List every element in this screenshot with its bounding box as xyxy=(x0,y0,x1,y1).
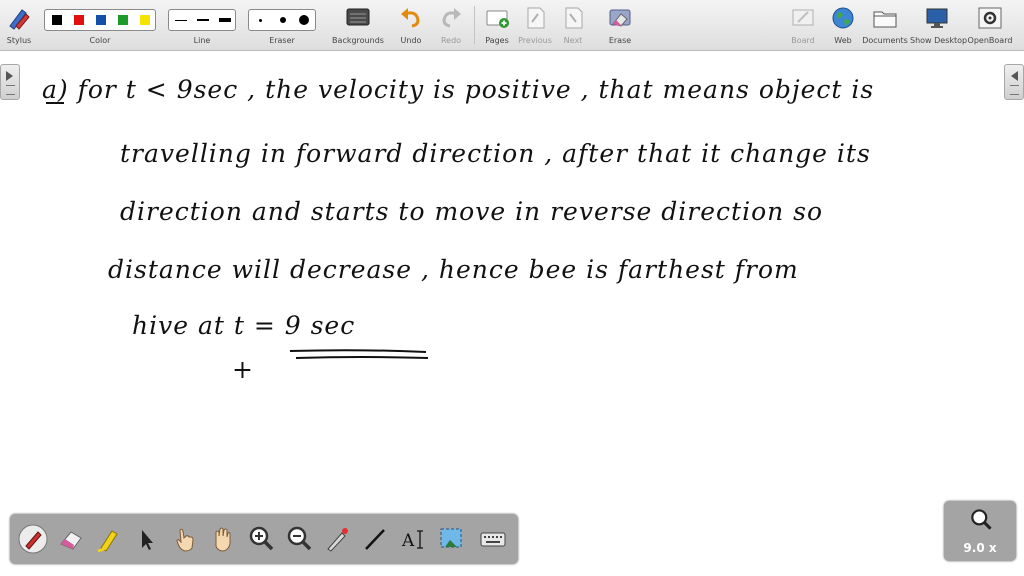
stylus-label: Stylus xyxy=(6,36,32,45)
redo-icon xyxy=(442,8,461,28)
next-page-icon xyxy=(565,7,583,29)
color-label: Color xyxy=(89,36,111,45)
pen-icon[interactable] xyxy=(18,524,48,554)
eraser-medium-option[interactable] xyxy=(280,17,286,23)
line-icon[interactable] xyxy=(360,524,390,554)
line-width-palette xyxy=(168,9,236,31)
selector-icon[interactable] xyxy=(132,524,162,554)
line-thick-option[interactable] xyxy=(219,18,231,22)
undo-label: Undo xyxy=(400,36,422,45)
note-line-2: travelling in forward direction , after … xyxy=(120,139,871,168)
next-label: Next xyxy=(563,36,583,45)
zoom-out-icon[interactable] xyxy=(284,524,314,554)
line-label: Line xyxy=(193,36,211,45)
color-swatch-blue[interactable] xyxy=(96,15,106,25)
marker-icon[interactable] xyxy=(94,524,124,554)
eraser-size-palette xyxy=(248,9,316,31)
note-line-3: direction and starts to move in reverse … xyxy=(120,197,824,226)
magnifier-icon xyxy=(971,509,992,530)
virtual-keyboard-icon[interactable] xyxy=(478,524,508,554)
add-page-icon xyxy=(486,10,509,28)
eraser-large-option[interactable] xyxy=(299,15,309,25)
note-line-4: distance will decrease , hence bee is fa… xyxy=(108,255,799,284)
redo-label: Redo xyxy=(440,36,462,45)
text-icon[interactable]: A xyxy=(398,524,428,554)
folder-icon xyxy=(873,11,897,28)
eraser-label: Eraser xyxy=(269,36,295,45)
zoom-widget[interactable]: 9.0 x xyxy=(944,501,1016,561)
erase-label: Erase xyxy=(608,36,632,45)
previous-page-icon xyxy=(527,7,545,29)
pages-label: Pages xyxy=(485,36,509,45)
board-icon xyxy=(792,9,814,26)
line-thin-option[interactable] xyxy=(175,20,187,21)
capture-icon[interactable] xyxy=(436,524,466,554)
gear-icon xyxy=(978,7,1002,29)
eraser-icon[interactable] xyxy=(56,524,86,554)
globe-icon xyxy=(832,7,854,29)
laser-pointer-icon[interactable] xyxy=(322,524,352,554)
zoom-level-text: 9.0 x xyxy=(963,541,997,555)
color-palette xyxy=(44,9,156,31)
board-canvas[interactable]: a) for t < 9sec , the velocity is positi… xyxy=(0,51,1024,576)
answer-double-underline-stroke xyxy=(295,356,429,359)
line-medium-option[interactable] xyxy=(197,19,209,21)
interact-hand-icon[interactable] xyxy=(170,524,200,554)
undo-icon xyxy=(401,8,420,28)
documents-label: Documents xyxy=(862,36,908,45)
color-swatch-green[interactable] xyxy=(118,15,128,25)
svg-text:A: A xyxy=(401,531,415,551)
board-label: Board xyxy=(791,36,815,45)
zoom-in-icon[interactable] xyxy=(246,524,276,554)
previous-label: Previous xyxy=(518,36,552,45)
note-plus-mark: + xyxy=(232,355,254,384)
backgrounds-label: Backgrounds xyxy=(332,36,384,45)
pan-hand-icon[interactable] xyxy=(208,524,238,554)
openboard-label: OpenBoard xyxy=(967,36,1013,45)
stylus-icon xyxy=(9,9,30,30)
erase-page-icon xyxy=(609,9,631,27)
toolbar-divider xyxy=(474,6,475,44)
web-label: Web xyxy=(834,36,852,45)
color-swatch-yellow[interactable] xyxy=(140,15,150,25)
show-desktop-label: Show Desktop xyxy=(910,36,968,45)
eraser-small-option[interactable] xyxy=(259,19,262,22)
monitor-icon xyxy=(926,8,948,28)
main-toolbar: Stylus Color Line Eraser Backgrounds Und… xyxy=(0,0,1024,51)
note-line-5: hive at t = 9 sec xyxy=(132,311,356,340)
backgrounds-icon xyxy=(346,8,370,26)
note-line-1: a) for t < 9sec , the velocity is positi… xyxy=(42,75,875,104)
color-swatch-red[interactable] xyxy=(74,15,84,25)
answer-underline-stroke xyxy=(289,349,427,353)
floating-tool-palette: A xyxy=(10,514,518,564)
color-swatch-black[interactable] xyxy=(52,15,62,25)
